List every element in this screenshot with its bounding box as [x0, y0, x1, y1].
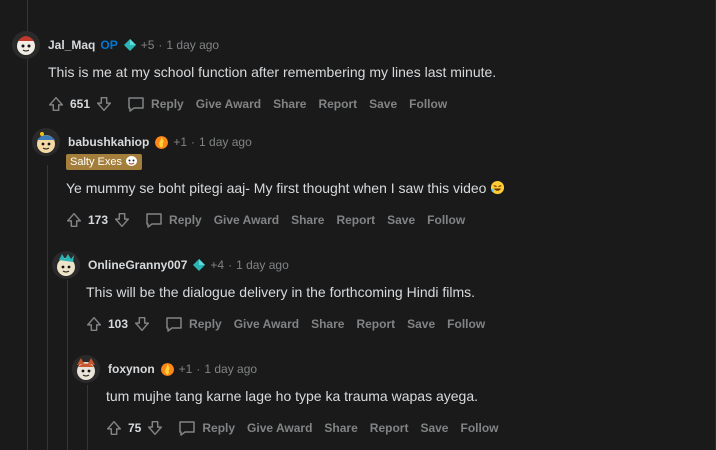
reply-label: Reply: [202, 421, 236, 435]
avatar[interactable]: [72, 355, 100, 383]
fire-award-icon[interactable]: [160, 362, 175, 377]
comment-actions: 75 Reply Give Award Share Report Save Fo…: [104, 416, 702, 440]
comment-bubble-icon: [146, 213, 162, 228]
save-button[interactable]: Save: [369, 97, 397, 111]
comment-body: This will be the dialogue delivery in th…: [86, 282, 702, 303]
give-award-button[interactable]: Give Award: [196, 97, 261, 111]
reply-label: Reply: [151, 97, 184, 111]
comment-bubble-icon: [166, 317, 182, 332]
diamond-badge-icon[interactable]: [192, 258, 206, 272]
separator-dot: ·: [228, 258, 233, 272]
top-divider: [0, 0, 60, 6]
comment: foxynon +1 · 1 day ago tum mujhe tang ka…: [72, 355, 702, 440]
vote-score: 103: [108, 317, 129, 331]
comment: babushkahiop +1 · 1 day ago Salty Exes Y…: [32, 128, 702, 232]
flair-badge: Salty Exes: [66, 154, 143, 170]
separator-dot: ·: [158, 38, 163, 52]
comment-body: This is me at my school function after r…: [48, 62, 702, 83]
fire-award-icon[interactable]: [154, 135, 169, 150]
timestamp[interactable]: 1 day ago: [204, 362, 257, 376]
comment-actions: 651 Reply Give Award Share Report Save F…: [46, 92, 702, 116]
timestamp[interactable]: 1 day ago: [166, 38, 219, 52]
username[interactable]: Jal_Maq: [48, 38, 95, 52]
avatar-icon: [32, 128, 60, 156]
reply-label: Reply: [169, 213, 202, 227]
save-button[interactable]: Save: [387, 213, 415, 227]
separator-dot: ·: [196, 362, 201, 376]
share-button[interactable]: Share: [311, 317, 344, 331]
reply-button[interactable]: Reply: [126, 94, 190, 114]
timestamp[interactable]: 1 day ago: [199, 135, 252, 149]
share-button[interactable]: Share: [291, 213, 324, 227]
comment-header: foxynon +1 · 1 day ago: [72, 355, 702, 383]
report-button[interactable]: Report: [336, 213, 375, 227]
avatar[interactable]: [12, 31, 40, 59]
avatar[interactable]: [52, 251, 80, 279]
avatar-icon: [72, 355, 100, 383]
comment-text: This will be the dialogue delivery in th…: [86, 284, 476, 300]
comment: Jal_Maq OP +5 · 1 day ago This is me at …: [12, 31, 702, 116]
comment-body: Ye mummy se boht pitegi aaj- My first th…: [66, 178, 702, 199]
comment-actions: 103 Reply Give Award Share Report Save F…: [84, 312, 702, 336]
karma-count: +1: [173, 135, 188, 149]
save-button[interactable]: Save: [407, 317, 435, 331]
downvote-arrow-icon[interactable]: [94, 94, 114, 114]
comment-header: Jal_Maq OP +5 · 1 day ago: [12, 31, 702, 59]
comment-bubble-icon: [179, 421, 196, 436]
flair-emoji-icon: [126, 156, 138, 166]
give-award-button[interactable]: Give Award: [214, 213, 279, 227]
reply-button[interactable]: Reply: [177, 418, 241, 438]
report-button[interactable]: Report: [356, 317, 395, 331]
karma-count: +1: [178, 362, 193, 376]
comment-body: tum mujhe tang karne lage ho type ka tra…: [106, 386, 702, 407]
karma-count: +5: [140, 38, 155, 52]
follow-button[interactable]: Follow: [447, 317, 485, 331]
reply-button[interactable]: Reply: [144, 210, 208, 230]
vote-score: 75: [128, 421, 142, 435]
avatar-icon: [12, 31, 40, 59]
give-award-button[interactable]: Give Award: [247, 421, 312, 435]
downvote-arrow-icon[interactable]: [145, 418, 165, 438]
username[interactable]: OnlineGranny007: [88, 258, 187, 272]
upvote-arrow-icon[interactable]: [46, 94, 66, 114]
report-button[interactable]: Report: [370, 421, 409, 435]
avatar-icon: [52, 251, 80, 279]
comment-text: This is me at my school function after r…: [48, 64, 497, 80]
save-button[interactable]: Save: [420, 421, 448, 435]
follow-button[interactable]: Follow: [409, 97, 447, 111]
vote-score: 173: [88, 213, 109, 227]
username[interactable]: foxynon: [108, 362, 155, 376]
reply-button[interactable]: Reply: [164, 314, 228, 334]
comment-header: OnlineGranny007 +4 · 1 day ago: [52, 251, 702, 279]
separator-dot: ·: [191, 135, 196, 149]
give-award-button[interactable]: Give Award: [234, 317, 299, 331]
comment-bubble-icon: [128, 97, 144, 112]
vote-score: 651: [70, 97, 91, 111]
comment-text: tum mujhe tang karne lage ho type ka tra…: [106, 388, 478, 404]
comment-header: babushkahiop +1 · 1 day ago: [32, 128, 702, 156]
upvote-arrow-icon[interactable]: [104, 418, 124, 438]
rofl-emoji-icon: [491, 180, 505, 195]
karma-count: +4: [210, 258, 225, 272]
follow-button[interactable]: Follow: [427, 213, 465, 227]
comment: OnlineGranny007 +4 · 1 day ago This will…: [52, 251, 702, 336]
share-button[interactable]: Share: [324, 421, 357, 435]
diamond-badge-icon[interactable]: [123, 38, 137, 52]
avatar[interactable]: [32, 128, 60, 156]
upvote-arrow-icon[interactable]: [64, 210, 84, 230]
downvote-arrow-icon[interactable]: [112, 210, 132, 230]
downvote-arrow-icon[interactable]: [132, 314, 152, 334]
reply-label: Reply: [189, 317, 222, 331]
comment-actions: 173 Reply Give Award Share Report Save F…: [64, 208, 702, 232]
share-button[interactable]: Share: [273, 97, 306, 111]
upvote-arrow-icon[interactable]: [84, 314, 104, 334]
timestamp[interactable]: 1 day ago: [236, 258, 289, 272]
username[interactable]: babushkahiop: [68, 135, 149, 149]
op-label: OP: [100, 38, 118, 52]
user-flair: Salty Exes: [66, 153, 702, 170]
report-button[interactable]: Report: [318, 97, 357, 111]
follow-button[interactable]: Follow: [460, 421, 498, 435]
comment-text: Ye mummy se boht pitegi aaj- My first th…: [66, 180, 487, 196]
